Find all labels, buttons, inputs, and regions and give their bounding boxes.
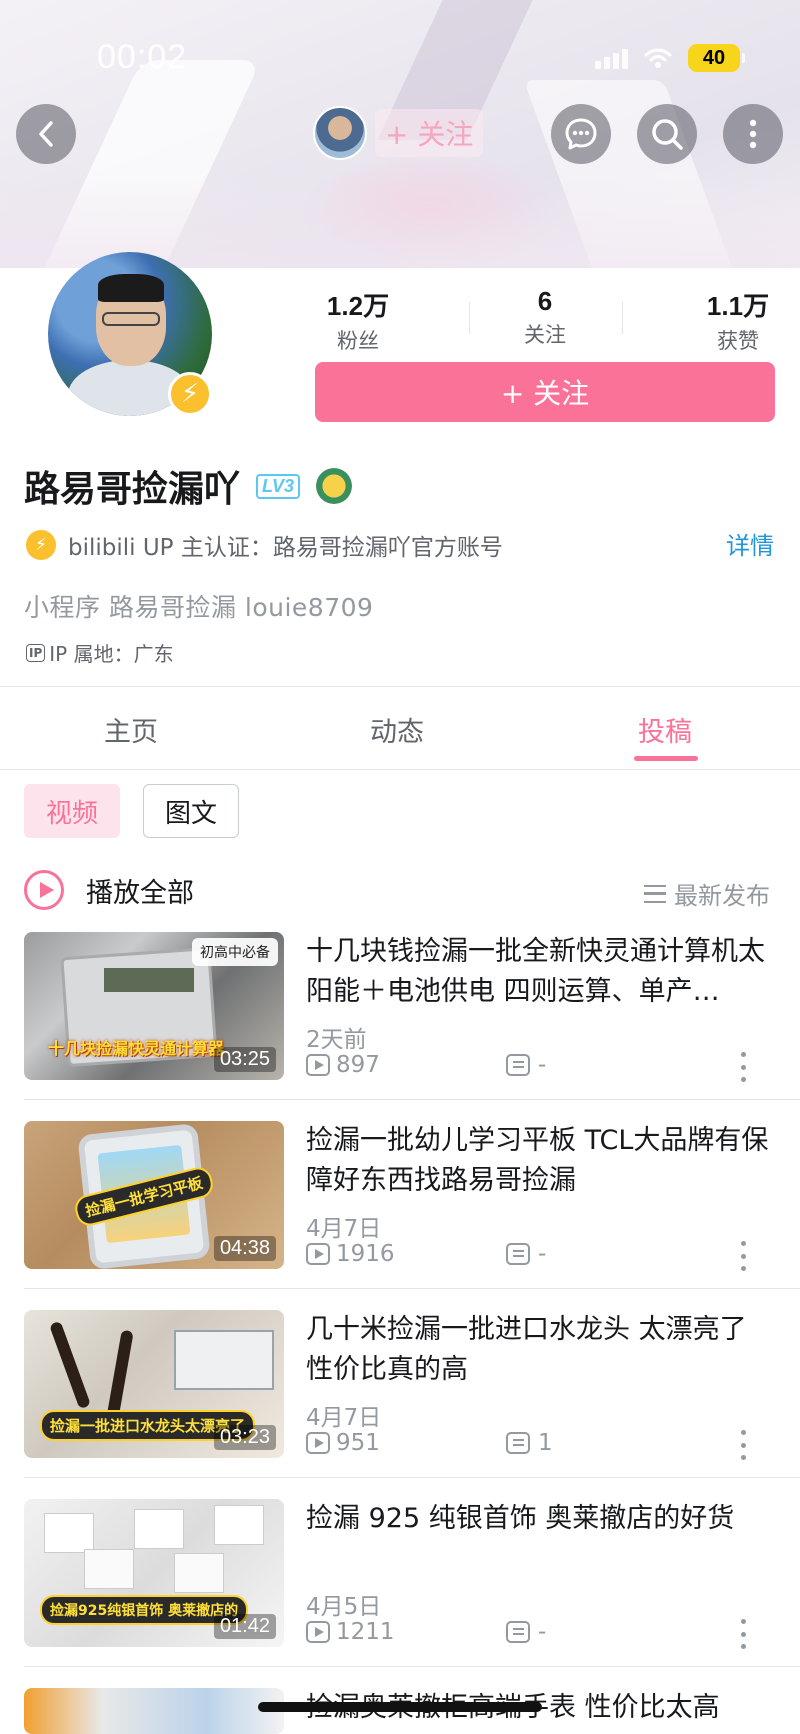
more-button[interactable] — [723, 104, 783, 164]
play-circle-icon — [24, 870, 64, 910]
tab-home[interactable]: 主页 — [104, 710, 158, 749]
video-thumbnail[interactable] — [24, 1688, 284, 1734]
ip-location: IP IP 属地：广东 — [26, 638, 174, 667]
home-indicator — [258, 1702, 542, 1712]
search-button[interactable] — [637, 104, 697, 164]
danmaku-icon — [506, 1054, 530, 1076]
tab-indicator — [634, 756, 698, 761]
status-time: 00:02 — [97, 38, 188, 76]
signal-icon — [595, 47, 628, 69]
play-all[interactable]: 播放全部 — [24, 870, 194, 910]
play-count-icon — [306, 1243, 330, 1265]
wifi-icon — [644, 48, 672, 68]
header-follow-label: + 关注 — [375, 109, 484, 157]
more-vertical-icon[interactable] — [740, 1430, 746, 1460]
lightning-icon: ⚡ — [26, 530, 56, 560]
tab-submissions[interactable]: 投稿 — [638, 710, 692, 749]
sort-icon — [644, 884, 666, 903]
video-date: 4月7日 — [306, 1216, 382, 1242]
video-danmaku: - — [506, 1619, 546, 1645]
more-vertical-icon[interactable] — [740, 1052, 746, 1082]
video-title[interactable]: 十几块钱捡漏一批全新快灵通计算机太阳能＋电池供电 四则运算、单产… — [306, 932, 776, 1012]
profile-name: 路易哥捡漏吖 — [24, 469, 241, 510]
certification-row: ⚡ bilibili UP 主认证：路易哥捡漏吖官方账号 — [26, 528, 776, 562]
more-vertical-icon — [749, 119, 757, 149]
play-count-icon — [306, 1432, 330, 1454]
ip-icon: IP — [26, 643, 46, 662]
filter-image-text[interactable]: 图文 — [143, 784, 239, 838]
detail-link[interactable]: 详情 — [726, 526, 774, 561]
video-danmaku: - — [506, 1052, 546, 1078]
video-thumbnail[interactable]: 捡漏925纯银首饰 奥莱撤店的 01:42 — [24, 1499, 284, 1647]
list-item[interactable]: 捡漏一批学习平板 04:38 捡漏一批幼儿学习平板 TCL大品牌有保障好东西找路… — [0, 1121, 800, 1301]
more-vertical-icon[interactable] — [740, 1241, 746, 1271]
video-danmaku: - — [506, 1241, 546, 1267]
video-views: 897 — [306, 1052, 380, 1078]
list-item[interactable]: 捡漏925纯银首饰 奥莱撤店的 01:42 捡漏 925 纯银首饰 奥莱撤店的好… — [0, 1499, 800, 1679]
video-thumbnail[interactable]: 捡漏一批学习平板 04:38 — [24, 1121, 284, 1269]
search-icon — [652, 119, 683, 150]
header-follow[interactable]: + 关注 — [313, 106, 484, 160]
profile-tabs: 主页 动态 投稿 — [0, 688, 800, 770]
verified-badge-icon: ⚡ — [168, 372, 212, 416]
video-title[interactable]: 捡漏一批幼儿学习平板 TCL大品牌有保障好东西找路易哥捡漏 — [306, 1121, 776, 1201]
list-item[interactable]: 捡漏一批进口水龙头太漂亮了 03:23 几十米捡漏一批进口水龙头 太漂亮了 性价… — [0, 1310, 800, 1490]
danmaku-icon — [506, 1621, 530, 1643]
play-count-icon — [306, 1054, 330, 1076]
danmaku-icon — [506, 1432, 530, 1454]
chat-icon — [565, 118, 597, 150]
video-views: 1916 — [306, 1241, 395, 1267]
sort-button[interactable]: 最新发布 — [644, 876, 770, 911]
medal-icon[interactable] — [316, 468, 353, 504]
status-icons: 40 — [595, 44, 745, 72]
video-title[interactable]: 几十米捡漏一批进口水龙头 太漂亮了 性价比真的高 — [306, 1310, 776, 1390]
tab-dynamic[interactable]: 动态 — [370, 710, 424, 749]
video-danmaku: 1 — [506, 1430, 553, 1456]
play-count-icon — [306, 1621, 330, 1643]
video-views: 1211 — [306, 1619, 395, 1645]
back-button[interactable] — [16, 104, 76, 164]
video-views: 951 — [306, 1430, 380, 1456]
video-date: 4月7日 — [306, 1405, 382, 1431]
follow-button[interactable]: + 关注 — [315, 362, 775, 422]
video-thumbnail[interactable]: 初高中必备 十几块捡漏快灵通计算器 03:25 — [24, 932, 284, 1080]
stat-likes[interactable]: 1.1万 获赞 — [698, 286, 778, 355]
battery-icon: 40 — [688, 44, 745, 72]
level-badge: LV3 — [256, 473, 301, 499]
video-title[interactable]: 捡漏 925 纯银首饰 奥莱撤店的好货 — [306, 1499, 776, 1539]
profile-stats: 1.2万 粉丝 6 关注 1.1万 获赞 — [290, 286, 780, 353]
certification-text: bilibili UP 主认证：路易哥捡漏吖官方账号 — [68, 535, 503, 561]
video-thumbnail[interactable]: 捡漏一批进口水龙头太漂亮了 03:23 — [24, 1310, 284, 1458]
list-item[interactable]: 初高中必备 十几块捡漏快灵通计算器 03:25 十几块钱捡漏一批全新快灵通计算机… — [0, 932, 800, 1112]
video-date: 4月5日 — [306, 1594, 382, 1620]
stat-following[interactable]: 6 关注 — [505, 286, 585, 349]
video-date: 2天前 — [306, 1027, 367, 1053]
danmaku-icon — [506, 1243, 530, 1265]
profile-bio: 小程序 路易哥捡漏 louie8709 — [24, 593, 374, 622]
header-avatar — [313, 106, 367, 160]
chevron-left-icon — [39, 121, 53, 147]
stat-fans[interactable]: 1.2万 粉丝 — [318, 286, 398, 355]
name-row: 路易哥捡漏吖 LV3 — [24, 460, 353, 512]
message-button[interactable] — [551, 104, 611, 164]
filter-video[interactable]: 视频 — [24, 784, 120, 838]
more-vertical-icon[interactable] — [740, 1619, 746, 1649]
